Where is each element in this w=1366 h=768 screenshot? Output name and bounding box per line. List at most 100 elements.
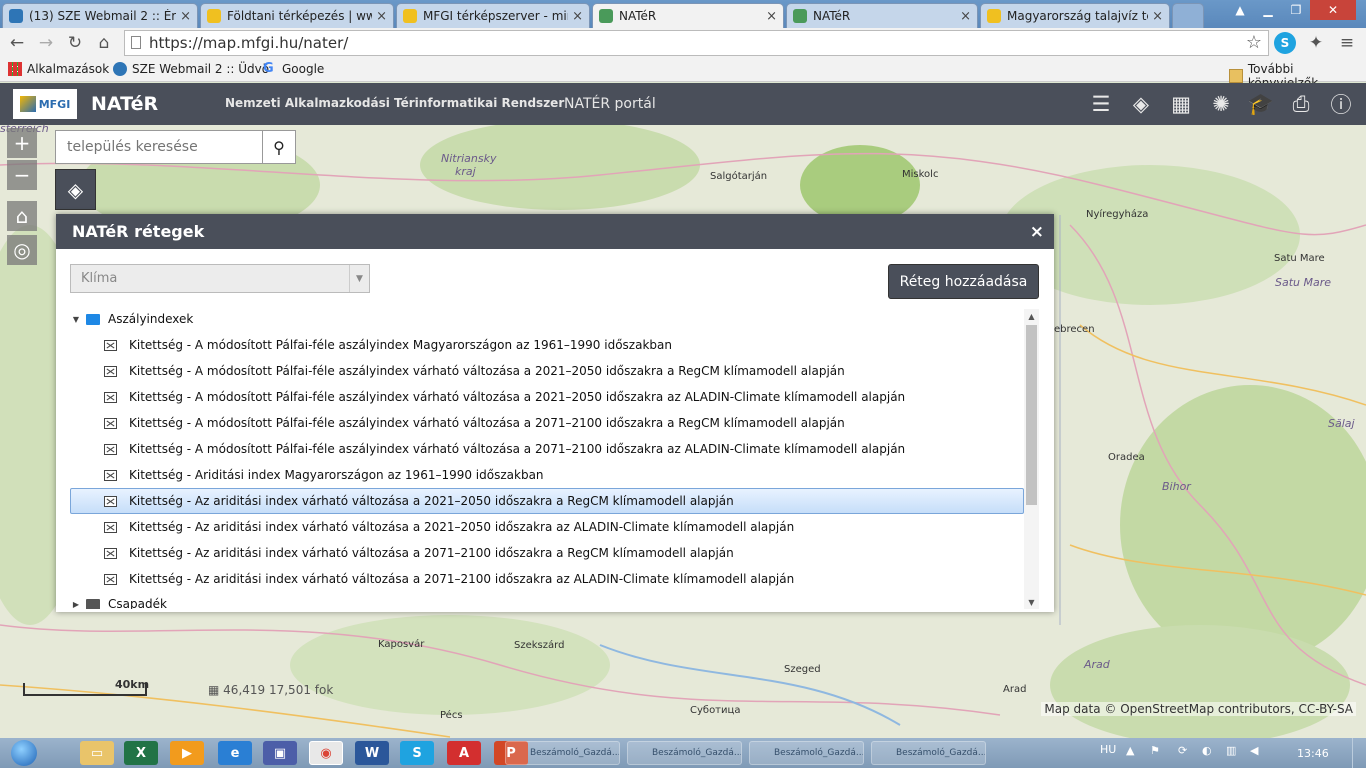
locate-button[interactable]: ◎	[7, 235, 37, 265]
scroll-down-icon[interactable]: ▼	[1024, 595, 1039, 609]
tab-close-icon[interactable]: ×	[572, 9, 583, 24]
word-icon[interactable]: W	[355, 741, 389, 765]
maximize-icon[interactable]: ❐	[1282, 0, 1310, 20]
scroll-up-icon[interactable]: ▲	[1024, 309, 1039, 323]
clock[interactable]: 13:46	[1297, 747, 1329, 760]
caret-down-icon[interactable]: ▼	[70, 315, 82, 324]
palette-icon[interactable]: ✺	[1205, 89, 1237, 119]
layer-item[interactable]: Kitettség - A módosított Pálfai-féle asz…	[70, 410, 1024, 436]
explorer-icon[interactable]: ▭	[80, 741, 114, 765]
minimize-icon[interactable]: ▁	[1254, 0, 1282, 20]
tree-folder[interactable]: ▼ Aszályindexek	[70, 309, 193, 329]
sync-icon[interactable]: ⟳	[1178, 744, 1187, 757]
bookmark-label: SZE Webmail 2 :: Üdvö	[132, 62, 270, 76]
volume-icon[interactable]: ◀	[1250, 744, 1258, 757]
tree-folder[interactable]: ▶ Csapadék	[70, 594, 167, 609]
tray-app-icon[interactable]: ◐	[1202, 744, 1212, 757]
browser-tab-label: MFGI térképszerver - mine	[423, 9, 569, 23]
grid-icon[interactable]: ▦	[1165, 89, 1197, 119]
search-input[interactable]	[56, 131, 262, 163]
layer-item[interactable]: Kitettség - A módosított Pálfai-féle asz…	[70, 332, 1024, 358]
layer-item-selected[interactable]: Kitettség - Az ariditási index várható v…	[70, 488, 1024, 514]
apps-bookmark[interactable]: Alkalmazások	[8, 62, 109, 76]
taskbar-window[interactable]: Beszámoló_Gazdá...docx	[871, 741, 986, 765]
caret-right-icon[interactable]: ▶	[70, 600, 82, 609]
start-button[interactable]	[4, 738, 44, 768]
layer-item[interactable]: Kitettség - Ariditási index Magyarország…	[70, 462, 1024, 488]
print-icon[interactable]: ⎙	[1285, 89, 1317, 119]
tree-scrollbar[interactable]: ▲ ▼	[1024, 309, 1039, 609]
network-icon[interactable]: ▥	[1226, 744, 1236, 757]
skype-icon[interactable]: S	[400, 741, 434, 765]
tab-close-icon[interactable]: ×	[180, 9, 191, 24]
layers-toggle-button[interactable]: ◈	[55, 169, 96, 210]
browser-tab[interactable]: (13) SZE Webmail 2 :: Érke ×	[2, 3, 198, 28]
layer-item[interactable]: Kitettség - Az ariditási index várható v…	[70, 540, 1024, 566]
nater-favicon-icon	[599, 9, 613, 23]
acrobat-icon[interactable]: A	[447, 741, 481, 765]
layer-map-icon	[104, 495, 117, 507]
taskbar-window[interactable]: Beszámoló_Gazdá...docx	[627, 741, 742, 765]
new-tab-button[interactable]	[1172, 3, 1204, 28]
bookmark-star-icon[interactable]: ☆	[1246, 32, 1262, 53]
tab-close-icon[interactable]: ×	[376, 9, 387, 24]
info-icon[interactable]: ⓘ	[1325, 89, 1357, 119]
layer-item[interactable]: Kitettség - A módosított Pálfai-féle asz…	[70, 358, 1024, 384]
browser-tab-active[interactable]: NATéR ×	[592, 3, 784, 28]
browser-tab[interactable]: NATéR ×	[786, 3, 978, 28]
tray-arrow-icon[interactable]: ▲	[1126, 744, 1134, 757]
mfgi-logo[interactable]: MFGI	[13, 89, 77, 119]
save-app-icon[interactable]: ▣	[263, 741, 297, 765]
back-icon[interactable]: ←	[6, 32, 28, 54]
user-icon[interactable]: ▲	[1226, 0, 1254, 20]
search-button[interactable]: ⚲	[262, 131, 295, 163]
zoom-out-button[interactable]: −	[7, 160, 37, 190]
tab-close-icon[interactable]: ×	[766, 9, 777, 24]
excel-icon[interactable]: X	[124, 741, 158, 765]
tab-close-icon[interactable]: ×	[960, 9, 971, 24]
layer-item[interactable]: Kitettség - Az ariditási index várható v…	[70, 514, 1024, 540]
home-extent-button[interactable]: ⌂	[7, 201, 37, 231]
layer-label: Kitettség - A módosított Pálfai-féle asz…	[129, 364, 845, 378]
browser-tab[interactable]: Földtani térképezés | www ×	[200, 3, 394, 28]
graduation-cap-icon[interactable]: 🎓	[1245, 89, 1277, 119]
taskbar-window[interactable]: Beszámoló_Gazdá...docx	[505, 741, 620, 765]
layers-dialog: NATéR rétegek × Klíma ▼ Réteg hozzáadása…	[56, 214, 1054, 612]
ie-icon[interactable]: e	[218, 741, 252, 765]
apps-grid-icon	[8, 62, 22, 76]
map-attribution[interactable]: Map data © OpenStreetMap contributors, C…	[1041, 702, 1356, 716]
portal-link[interactable]: NATÉR portál	[564, 96, 656, 112]
address-bar[interactable]: https://map.mfgi.hu/nater/ ☆	[124, 30, 1269, 56]
category-select[interactable]: Klíma ▼	[70, 264, 370, 293]
chrome-icon[interactable]: ◉	[309, 741, 343, 765]
extension-icon[interactable]: ✦	[1305, 32, 1327, 54]
zoom-in-button[interactable]: +	[7, 128, 37, 158]
reload-icon[interactable]: ↻	[64, 32, 86, 54]
scroll-thumb[interactable]	[1026, 325, 1037, 505]
forward-icon[interactable]: →	[35, 32, 57, 54]
layers-icon[interactable]: ◈	[1125, 89, 1157, 119]
skype-extension-icon[interactable]: S	[1274, 32, 1296, 54]
layer-item[interactable]: Kitettség - A módosított Pálfai-féle asz…	[70, 436, 1024, 462]
google-bookmark[interactable]: G Google	[263, 62, 324, 77]
layer-label: Kitettség - Az ariditási index várható v…	[129, 546, 734, 560]
language-indicator[interactable]: HU	[1100, 743, 1116, 756]
browser-tab[interactable]: Magyarország talajvíz térk ×	[980, 3, 1170, 28]
layer-item[interactable]: Kitettség - A módosított Pálfai-féle asz…	[70, 384, 1024, 410]
tab-close-icon[interactable]: ×	[1152, 9, 1163, 24]
taskbar-window[interactable]: Beszámoló_Gazdá...docx	[749, 741, 864, 765]
webmail-bookmark[interactable]: SZE Webmail 2 :: Üdvö	[113, 62, 269, 76]
map-label: Szeged	[784, 664, 821, 675]
show-desktop-button[interactable]	[1352, 738, 1366, 768]
layer-item[interactable]: Kitettség - Az ariditási index várható v…	[70, 566, 1024, 592]
home-icon[interactable]: ⌂	[93, 32, 115, 54]
media-player-icon[interactable]: ▶	[170, 741, 204, 765]
list-icon[interactable]: ☰	[1085, 89, 1117, 119]
flag-icon[interactable]: ⚑	[1150, 744, 1160, 757]
window-close-icon[interactable]: ✕	[1310, 0, 1356, 20]
add-layer-button[interactable]: Réteg hozzáadása	[888, 264, 1039, 299]
dialog-close-icon[interactable]: ×	[1030, 222, 1044, 242]
browser-tab[interactable]: MFGI térképszerver - mine ×	[396, 3, 590, 28]
layer-map-icon	[104, 365, 117, 377]
menu-icon[interactable]: ≡	[1336, 32, 1358, 54]
